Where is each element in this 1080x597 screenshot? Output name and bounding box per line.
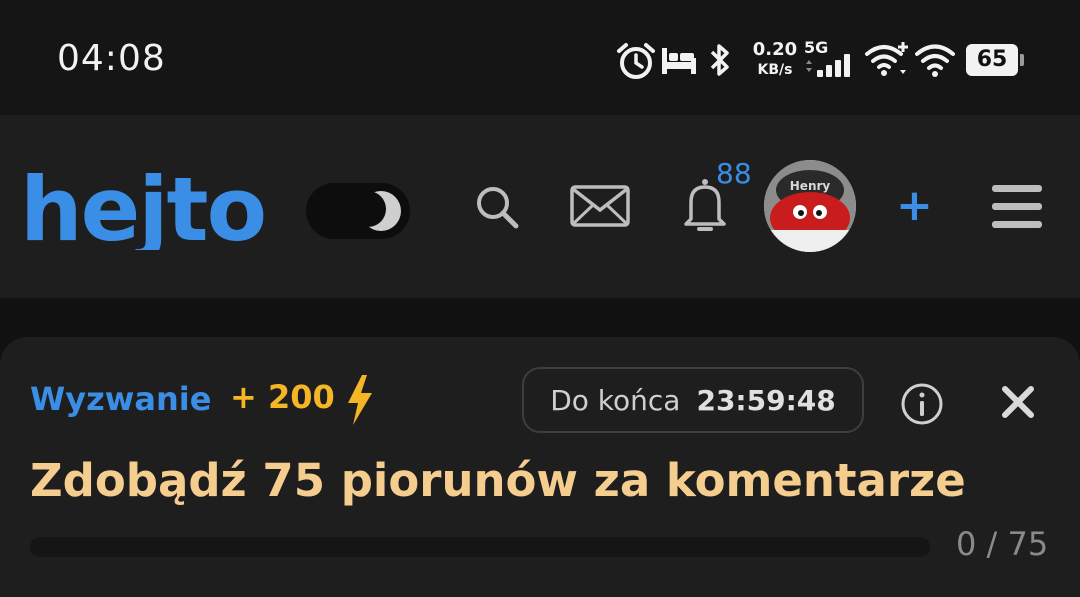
info-icon[interactable] <box>900 382 944 426</box>
moon-icon <box>350 191 401 231</box>
wifi-icon <box>915 44 955 77</box>
bed-icon <box>662 48 696 74</box>
challenge-points: + 200 <box>230 378 335 416</box>
timer-value: 23:59:48 <box>696 383 836 417</box>
status-bar: 04:08 0.20 KB/s 5G 65 <box>0 0 1080 115</box>
app-header: hejto 88 Henry + <box>0 115 1080 298</box>
net-speed: 0.20 KB/s <box>750 40 800 80</box>
notification-badge: 88 <box>716 157 752 190</box>
avatar-image: Henry <box>764 160 856 252</box>
close-icon[interactable] <box>1000 384 1036 420</box>
search-icon[interactable] <box>474 184 520 230</box>
theme-toggle[interactable] <box>306 183 410 239</box>
challenge-progress-text: 0 / 75 <box>956 525 1049 563</box>
wifi-plus-icon <box>865 42 908 76</box>
lightning-icon <box>348 375 372 425</box>
challenge-card: Wyzwanie + 200 Do końca 23:59:48 Zdobądź… <box>0 337 1080 597</box>
hejto-logo[interactable]: hejto <box>18 170 278 250</box>
countdown-timer: Do końca 23:59:48 <box>522 367 864 433</box>
bluetooth-icon <box>710 44 729 76</box>
net-speed-unit: KB/s <box>757 62 793 78</box>
battery-icon: 65 <box>966 44 1024 76</box>
logo-text: hejto <box>20 170 265 250</box>
menu-icon[interactable] <box>992 185 1042 229</box>
timer-label: Do końca <box>550 383 681 417</box>
challenge-title: Zdobądź 75 piorunów za komentarze <box>30 454 966 507</box>
net-speed-value: 0.20 <box>752 39 798 60</box>
signal-icon <box>806 54 850 77</box>
add-button[interactable]: + <box>896 181 933 231</box>
avatar-text: Henry <box>790 179 831 193</box>
avatar[interactable]: Henry <box>764 160 856 252</box>
status-time: 04:08 <box>57 38 166 79</box>
challenge-progress-bar <box>30 537 930 557</box>
alarm-icon <box>617 43 655 79</box>
challenge-label: Wyzwanie <box>30 380 212 418</box>
mail-icon[interactable] <box>570 185 630 227</box>
